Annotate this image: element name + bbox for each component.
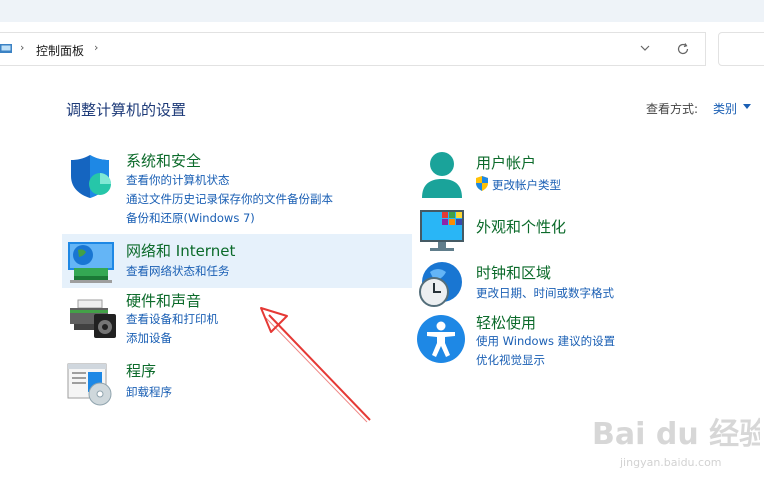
category-network-internet[interactable]: 网络和 Internet xyxy=(126,240,235,261)
baidu-jingyan-watermark: Bai du 经验 jingyan.baidu.com xyxy=(592,417,760,469)
category-user-accounts[interactable]: 用户帐户 xyxy=(476,152,536,173)
category-ease-of-access[interactable]: 轻松使用 xyxy=(476,312,536,333)
link-add-device[interactable]: 添加设备 xyxy=(126,330,172,346)
chevron-down-icon[interactable] xyxy=(638,41,652,55)
category-hardware-sound[interactable]: 硬件和声音 xyxy=(126,290,201,311)
address-bar[interactable]: › 控制面板 › xyxy=(0,32,706,66)
view-by-label: 查看方式: xyxy=(646,102,699,116)
link-uninstall-program[interactable]: 卸载程序 xyxy=(126,384,172,400)
caret-down-icon[interactable] xyxy=(743,104,751,109)
link-use-windows-settings[interactable]: 使用 Windows 建议的设置 xyxy=(476,333,615,349)
page-title: 调整计算机的设置 xyxy=(66,101,187,119)
network-globe-icon[interactable] xyxy=(66,240,116,286)
user-account-icon[interactable] xyxy=(420,150,464,200)
breadcrumb-chevron-icon[interactable]: › xyxy=(94,41,98,54)
link-optimize-visual-display[interactable]: 优化视觉显示 xyxy=(476,352,545,368)
svg-text:jingyan.baidu.com: jingyan.baidu.com xyxy=(619,456,722,469)
view-by-dropdown[interactable]: 类别 xyxy=(713,100,737,117)
programs-icon[interactable] xyxy=(66,362,116,406)
link-view-network-status[interactable]: 查看网络状态和任务 xyxy=(126,263,230,279)
category-appearance[interactable]: 外观和个性化 xyxy=(476,216,566,237)
link-change-account-type[interactable]: 更改帐户类型 xyxy=(492,177,561,193)
svg-text:Bai du 经验: Bai du 经验 xyxy=(592,417,760,452)
shield-icon[interactable] xyxy=(68,152,116,200)
control-panel-icon xyxy=(0,44,12,53)
accessibility-icon[interactable] xyxy=(416,314,466,364)
category-programs[interactable]: 程序 xyxy=(126,360,156,381)
category-clock-region[interactable]: 时钟和区域 xyxy=(476,262,551,283)
breadcrumb-chevron-icon: › xyxy=(20,41,25,54)
annotation-arrow xyxy=(260,307,371,423)
link-file-history-backup[interactable]: 通过文件历史记录保存你的文件备份副本 xyxy=(126,191,333,207)
uac-shield-icon xyxy=(476,176,488,191)
printer-speaker-icon[interactable] xyxy=(68,298,118,340)
link-change-date-time-format[interactable]: 更改日期、时间或数字格式 xyxy=(476,285,614,301)
title-bar-strip xyxy=(0,0,764,22)
link-devices-printers[interactable]: 查看设备和打印机 xyxy=(126,311,218,327)
refresh-icon[interactable] xyxy=(676,42,690,56)
link-backup-restore[interactable]: 备份和还原(Windows 7) xyxy=(126,210,255,226)
clock-globe-icon[interactable] xyxy=(416,260,466,310)
search-input[interactable] xyxy=(718,32,764,66)
link-view-computer-status[interactable]: 查看你的计算机状态 xyxy=(126,172,230,188)
category-system-security[interactable]: 系统和安全 xyxy=(126,150,201,171)
appearance-monitor-icon[interactable] xyxy=(418,208,468,252)
breadcrumb-control-panel[interactable]: 控制面板 xyxy=(36,42,84,59)
